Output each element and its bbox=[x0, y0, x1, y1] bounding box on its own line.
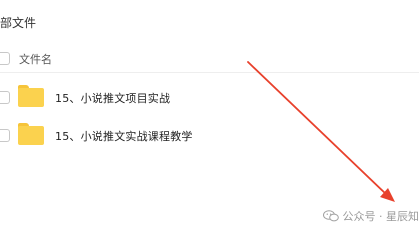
file-list-page: 部文件 文件名 15、小说推文项目实战 15、小说推文实战课程教学 公众号 · … bbox=[0, 0, 419, 240]
watermark: 公众号 · 星辰知 bbox=[322, 208, 419, 224]
wechat-icon bbox=[322, 210, 339, 222]
watermark-text: 公众号 · 星辰知 bbox=[342, 210, 419, 223]
annotation-arrow bbox=[247, 61, 395, 202]
